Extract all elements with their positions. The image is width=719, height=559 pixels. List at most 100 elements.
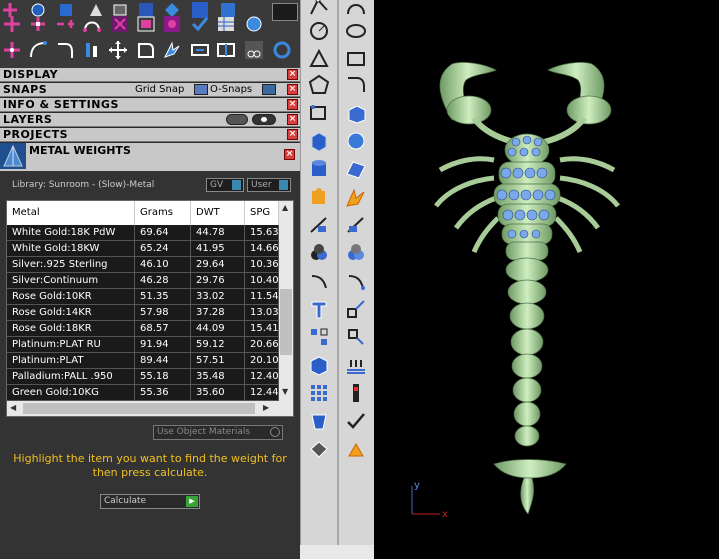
table-row[interactable]: Platinum:PLAT 89.44 57.51 20.10: [7, 353, 279, 369]
sweep-icon[interactable]: [343, 268, 369, 294]
table-row[interactable]: Green Gold:10KG 55.36 35.60 12.44: [7, 385, 279, 401]
link-icon[interactable]: [190, 40, 210, 60]
table-row[interactable]: Palladium:PALL .950 55.18 35.48 12.40: [7, 369, 279, 385]
boolean-icon[interactable]: [306, 240, 332, 266]
cube-icon[interactable]: [306, 128, 332, 154]
circle-icon[interactable]: [306, 18, 332, 44]
box-solid-icon[interactable]: [306, 352, 332, 378]
scroll-thumb[interactable]: [280, 289, 292, 355]
3d-viewport[interactable]: y x: [374, 0, 719, 559]
projects-panel[interactable]: PROJECTS ×: [0, 128, 300, 142]
arc-node-icon[interactable]: [82, 14, 102, 34]
table-row[interactable]: Rose Gold:18KR 68.57 44.09 15.41: [7, 321, 279, 337]
select-icon[interactable]: [162, 14, 182, 34]
table-row[interactable]: White Gold:18K PdW 69.64 44.78 15.63: [7, 225, 279, 241]
curve-icon[interactable]: [28, 40, 48, 60]
column-header[interactable]: Grams: [135, 201, 191, 225]
grid-snap-toggle[interactable]: [194, 84, 208, 95]
ellipse-icon[interactable]: [343, 18, 369, 44]
globe-icon[interactable]: [244, 14, 264, 34]
calculate-button[interactable]: Calculate ▶: [100, 494, 200, 509]
puzzle-icon[interactable]: [306, 184, 332, 210]
horizontal-scrollbar[interactable]: ◀ ▶: [7, 401, 293, 416]
column-header[interactable]: Metal: [7, 201, 135, 225]
array-icon[interactable]: [306, 324, 332, 350]
rail-icon[interactable]: [306, 268, 332, 294]
o-snaps-toggle[interactable]: [262, 84, 276, 95]
column-header[interactable]: DWT: [191, 201, 245, 225]
explode-icon[interactable]: [343, 184, 369, 210]
use-object-materials-toggle[interactable]: Use Object Materials: [153, 425, 283, 440]
close-icon[interactable]: ×: [287, 69, 298, 80]
projects-label: PROJECTS: [3, 128, 68, 141]
mini-panel-box[interactable]: [272, 3, 298, 21]
split-icon[interactable]: [216, 40, 236, 60]
check-icon[interactable]: [343, 408, 369, 434]
split-surface-icon[interactable]: [306, 212, 332, 238]
table-row[interactable]: Rose Gold:10KR 51.35 33.02 11.54: [7, 289, 279, 305]
rectangle-icon[interactable]: [343, 46, 369, 72]
text-icon[interactable]: [306, 296, 332, 322]
boolean-union-icon[interactable]: [343, 240, 369, 266]
metal-table[interactable]: Metal Grams DWT SPG White Gold:18K PdW 69…: [6, 200, 294, 417]
diamond-icon[interactable]: [306, 436, 332, 462]
add-point-icon[interactable]: [2, 14, 22, 34]
trim-icon[interactable]: [343, 212, 369, 238]
surface-icon[interactable]: [343, 156, 369, 182]
mirror-icon[interactable]: [136, 40, 156, 60]
grid-snap-label[interactable]: Grid Snap: [135, 83, 184, 97]
ring-icon[interactable]: [272, 40, 292, 60]
triangle-icon[interactable]: [306, 46, 332, 72]
close-icon[interactable]: ×: [284, 149, 295, 160]
info-settings-panel[interactable]: INFO & SETTINGS ×: [0, 98, 300, 112]
gem-setting-icon[interactable]: [343, 380, 369, 406]
column-header[interactable]: SPG: [245, 201, 279, 225]
cylinder-icon[interactable]: [306, 156, 332, 182]
stack-icon[interactable]: [343, 352, 369, 378]
sphere-icon[interactable]: [343, 128, 369, 154]
user-button[interactable]: User: [247, 178, 291, 192]
layer-lock-icon[interactable]: [226, 114, 248, 125]
arc-node-icon[interactable]: [343, 0, 369, 20]
scissors-icon[interactable]: [244, 40, 264, 60]
polyline-icon[interactable]: [306, 0, 332, 20]
offset-icon[interactable]: [306, 100, 332, 126]
table-icon[interactable]: [216, 14, 236, 34]
delete-node-icon[interactable]: [110, 14, 130, 34]
gv-button[interactable]: GV: [206, 178, 244, 192]
move-icon[interactable]: [108, 40, 128, 60]
snaps-panel[interactable]: SNAPS Grid Snap O-Snaps ×: [0, 83, 300, 97]
rotate-copy-icon[interactable]: [343, 324, 369, 350]
polygon-icon[interactable]: [306, 72, 332, 98]
table-row[interactable]: Rose Gold:14KR 57.98 37.28 13.03: [7, 305, 279, 321]
o-snaps-label[interactable]: O-Snaps: [210, 83, 252, 97]
shell-icon[interactable]: [306, 408, 332, 434]
scroll-thumb[interactable]: [23, 403, 255, 414]
close-icon[interactable]: ×: [287, 129, 298, 140]
table-row[interactable]: Silver:.925 Sterling 46.10 29.64 10.36: [7, 257, 279, 273]
explode-icon[interactable]: [162, 40, 182, 60]
close-icon[interactable]: ×: [287, 99, 298, 110]
display-panel[interactable]: DISPLAY ×: [0, 68, 300, 82]
close-icon[interactable]: ×: [287, 84, 298, 95]
checkmark-icon[interactable]: [190, 14, 210, 34]
table-row[interactable]: Platinum:PLAT RU 91.94 59.12 20.66: [7, 337, 279, 353]
node-plus-icon[interactable]: [2, 40, 22, 60]
align-icon[interactable]: [82, 40, 102, 60]
fillet-curve-icon[interactable]: [343, 72, 369, 98]
vertical-scrollbar[interactable]: ▲ ▼: [279, 201, 293, 401]
layers-panel[interactable]: LAYERS ×: [0, 113, 300, 127]
grid-icon[interactable]: [306, 380, 332, 406]
eye-icon[interactable]: [252, 114, 276, 125]
radio-icon[interactable]: [270, 427, 280, 437]
add-node-icon[interactable]: [28, 14, 48, 34]
fillet-icon[interactable]: [55, 40, 75, 60]
table-row[interactable]: White Gold:18KW 65.24 41.95 14.66: [7, 241, 279, 257]
table-row[interactable]: Silver:Continuum 46.28 29.76 10.40: [7, 273, 279, 289]
scale-icon[interactable]: [343, 296, 369, 322]
close-icon[interactable]: ×: [287, 114, 298, 125]
minus-plus-icon[interactable]: [55, 14, 75, 34]
extrude-icon[interactable]: [343, 100, 369, 126]
grid-icon[interactable]: [136, 14, 156, 34]
prong-icon[interactable]: [343, 436, 369, 462]
